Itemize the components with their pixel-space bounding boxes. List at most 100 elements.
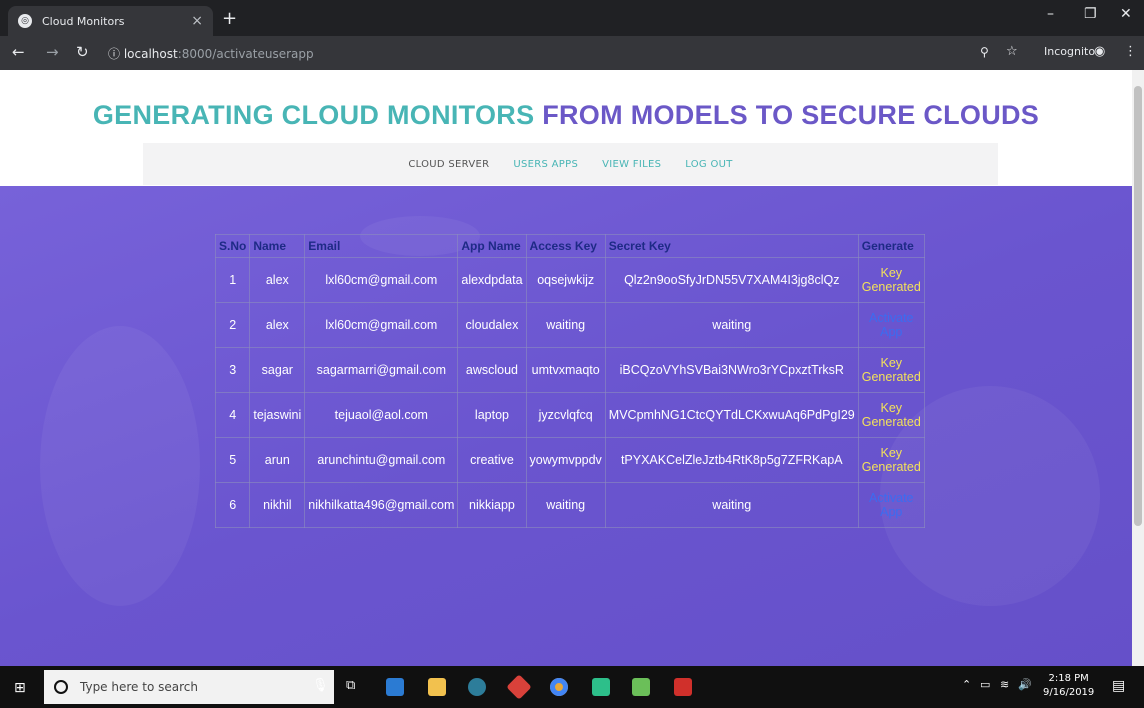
cell-name: nikhil: [249, 482, 306, 528]
column-header-app-name: App Name: [457, 234, 527, 258]
taskbar-search-box[interactable]: Type here to search: [44, 670, 334, 704]
windows-start-icon[interactable]: ⊞: [14, 680, 26, 696]
browser-tab-bar: ◎ Cloud Monitors × + – ❐ ✕: [0, 0, 1144, 36]
globe-icon: ◎: [18, 14, 32, 28]
taskbar-search-placeholder: Type here to search: [80, 680, 198, 694]
back-icon[interactable]: ←: [12, 43, 25, 61]
vscode-icon[interactable]: [386, 678, 404, 696]
cell-email: lxl60cm@gmail.com: [304, 302, 459, 348]
file-explorer-icon[interactable]: [428, 678, 446, 696]
background-shape: [40, 326, 200, 606]
page-scrollbar[interactable]: [1132, 70, 1144, 666]
forward-icon[interactable]: →: [46, 43, 59, 61]
cell-access-key: yowymvppdv: [525, 437, 606, 483]
browser-tab[interactable]: ◎ Cloud Monitors ×: [8, 6, 213, 36]
app-icon[interactable]: [468, 678, 486, 696]
cell-secret-key: tPYXAKCelZleJztb4RtK8p5g7ZFRKapA: [604, 437, 859, 483]
activate-app-link[interactable]: Activate App: [857, 482, 925, 528]
key-generated-status: Key Generated: [857, 347, 925, 393]
acrobat-icon[interactable]: [674, 678, 692, 696]
cell-secret-key: iBCQzoVYhSVBai3NWro3rYCpxztTrksR: [604, 347, 859, 393]
table-row: 6 nikhil nikhilkatta496@gmail.com nikkia…: [214, 482, 925, 528]
address-bar: ← → ↻ ⓘ localhost:8000/activateuserapp ⚲…: [0, 36, 1144, 70]
close-window-icon[interactable]: ✕: [1120, 6, 1132, 22]
notification-icon[interactable]: ▤: [1112, 678, 1125, 694]
column-header-secret-key: Secret Key: [604, 234, 859, 258]
nav-view-files[interactable]: VIEW FILES: [602, 159, 661, 170]
system-clock[interactable]: 2:18 PM 9/16/2019: [1043, 672, 1094, 700]
cell-name: alex: [249, 302, 306, 348]
cell-secret-key: MVCpmhNG1CtcQYTdLCKxwuAq6PdPgI29: [604, 392, 859, 438]
key-generated-status: Key Generated: [857, 392, 925, 438]
chrome-icon[interactable]: [550, 678, 568, 696]
url-field[interactable]: ⓘ localhost:8000/activateuserapp: [108, 45, 314, 62]
notepad-icon[interactable]: [632, 678, 650, 696]
nav-log-out[interactable]: LOG OUT: [685, 159, 732, 170]
cell-sno: 3: [214, 347, 251, 393]
main-nav: CLOUD SERVER USERS APPS VIEW FILES LOG O…: [143, 143, 998, 185]
git-icon[interactable]: [506, 674, 532, 700]
cell-app-name: cloudalex: [457, 302, 527, 348]
cell-name: arun: [249, 437, 306, 483]
clock-time: 2:18 PM: [1048, 673, 1089, 684]
cell-name: alex: [249, 257, 306, 303]
cell-email: nikhilkatta496@gmail.com: [304, 482, 459, 528]
cell-secret-key: Qlz2n9ooSfyJrDN55V7XAM4I3jg8clQz: [604, 257, 859, 303]
cell-email: lxl60cm@gmail.com: [304, 257, 459, 303]
cell-email: arunchintu@gmail.com: [304, 437, 459, 483]
table-row: 1 alex lxl60cm@gmail.com alexdpdata oqse…: [214, 257, 925, 303]
column-header-email: Email: [304, 234, 459, 258]
cell-name: sagar: [249, 347, 306, 393]
cell-sno: 1: [214, 257, 251, 303]
battery-icon[interactable]: ▭: [980, 678, 990, 691]
restore-icon[interactable]: ❐: [1084, 6, 1097, 22]
cell-access-key: umtvxmaqto: [525, 347, 606, 393]
incognito-icon[interactable]: ◉: [1094, 44, 1105, 59]
cell-secret-key: waiting: [604, 302, 859, 348]
cell-sno: 2: [214, 302, 251, 348]
task-view-icon[interactable]: ⧉: [346, 678, 355, 693]
microphone-icon[interactable]: 🎙: [312, 678, 329, 693]
info-icon[interactable]: ⓘ: [108, 47, 120, 61]
cell-sno: 5: [214, 437, 251, 483]
cell-access-key: waiting: [525, 482, 606, 528]
activate-app-link[interactable]: Activate App: [857, 302, 925, 348]
cell-access-key: jyzcvlqfcq: [525, 392, 606, 438]
close-tab-icon[interactable]: ×: [191, 13, 203, 29]
cell-app-name: alexdpdata: [457, 257, 527, 303]
cell-access-key: waiting: [525, 302, 606, 348]
page-title-part1: GENERATING CLOUD MONITORS: [92, 100, 535, 130]
table-row: 5 arun arunchintu@gmail.com creative yow…: [214, 437, 925, 483]
page-title: GENERATING CLOUD MONITORS FROM MODELS TO…: [0, 100, 1132, 131]
cell-app-name: awscloud: [457, 347, 527, 393]
cell-email: sagarmarri@gmail.com: [304, 347, 459, 393]
star-icon[interactable]: ☆: [1006, 44, 1018, 59]
cell-email: tejuaol@aol.com: [304, 392, 459, 438]
incognito-label: Incognito: [1044, 45, 1096, 58]
table-header-row: S.No Name Email App Name Access Key Secr…: [214, 234, 925, 258]
key-generated-status: Key Generated: [857, 437, 925, 483]
cell-secret-key: waiting: [604, 482, 859, 528]
menu-icon[interactable]: ⋮: [1124, 44, 1137, 59]
url-path: :8000/activateuserapp: [177, 47, 314, 61]
table-row: 3 sagar sagarmarri@gmail.com awscloud um…: [214, 347, 925, 393]
taskbar: ⊞ Type here to search 🎙 ⧉ ⌃ ▭ ≋ 🔊 2:18 P…: [0, 666, 1144, 708]
nav-cloud-server[interactable]: CLOUD SERVER: [408, 159, 489, 170]
wifi-icon[interactable]: ≋: [1000, 678, 1009, 691]
cortana-icon: [54, 680, 68, 694]
cell-name: tejaswini: [249, 392, 306, 438]
cell-app-name: nikkiapp: [457, 482, 527, 528]
new-tab-button[interactable]: +: [222, 8, 237, 29]
column-header-generate: Generate: [857, 234, 925, 258]
clock-date: 9/16/2019: [1043, 687, 1095, 698]
volume-icon[interactable]: 🔊: [1018, 678, 1032, 691]
zoom-icon[interactable]: ⚲: [980, 45, 989, 59]
page-content: GENERATING CLOUD MONITORS FROM MODELS TO…: [0, 70, 1132, 666]
key-generated-status: Key Generated: [857, 257, 925, 303]
reload-icon[interactable]: ↻: [76, 43, 89, 61]
minimize-icon[interactable]: –: [1047, 6, 1054, 22]
chevron-up-icon[interactable]: ⌃: [962, 678, 971, 691]
pycharm-icon[interactable]: [592, 678, 610, 696]
nav-users-apps[interactable]: USERS APPS: [513, 159, 578, 170]
scrollbar-thumb[interactable]: [1134, 86, 1142, 526]
